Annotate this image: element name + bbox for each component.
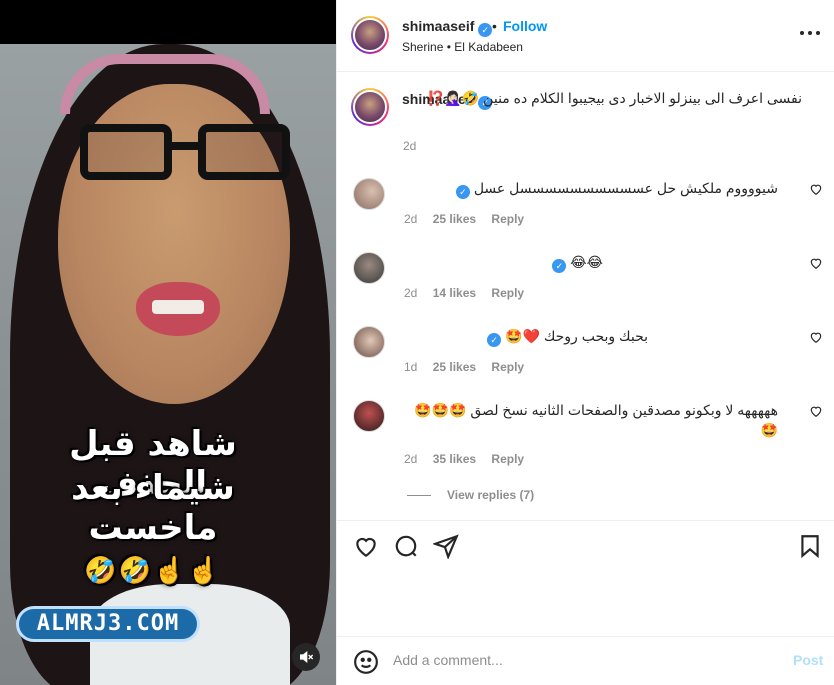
author-username[interactable]: shimaaseif ✓: [402, 18, 493, 37]
comment-composer: Post: [337, 636, 834, 685]
comment-meta: 2d 35 likes Reply: [404, 452, 536, 466]
comment-text: 😂😂 ✓: [403, 252, 603, 273]
comment-bubble-icon[interactable]: [393, 533, 419, 559]
heart-icon[interactable]: [809, 404, 823, 418]
view-replies-line: [407, 495, 431, 497]
photo-glasses: [80, 124, 290, 186]
comment-likes[interactable]: 14 likes: [433, 286, 476, 300]
post-audio-label[interactable]: Sherine • El Kadabeen: [402, 40, 523, 54]
post-photo: [0, 44, 336, 685]
comment-item: شيووووم ملكيش حل عسسسسسسسسسسل عسل ✓ 2d 2…: [337, 178, 834, 248]
overlay-emojis: ☝️☝️🤣🤣: [84, 556, 222, 586]
follow-button[interactable]: Follow: [503, 18, 547, 34]
caption-avatar[interactable]: [351, 88, 389, 126]
view-replies-button[interactable]: View replies (7): [407, 488, 534, 502]
comment-likes[interactable]: 25 likes: [433, 360, 476, 374]
comment-time[interactable]: 2d: [404, 452, 417, 466]
verified-badge-icon: ✓: [455, 185, 470, 199]
comment-likes[interactable]: 35 likes: [433, 452, 476, 466]
comment-input[interactable]: [393, 647, 773, 673]
heart-icon[interactable]: [809, 330, 823, 344]
overlay-text-line2: شيماء بعد ماخست: [71, 468, 235, 548]
save-bookmark-icon[interactable]: [797, 533, 823, 559]
post-media[interactable]: شاهد قبل الحذف شيماء بعد ماخست ☝️☝️🤣🤣 AL…: [0, 0, 336, 685]
comment-text: هههههه لا وبكونو مصدقين والصفحات الثانيه…: [414, 402, 778, 438]
comment-time[interactable]: 1d: [404, 360, 417, 374]
emoji-smiley-icon[interactable]: [353, 649, 379, 675]
commenter-avatar[interactable]: [353, 400, 385, 432]
heart-icon[interactable]: [809, 182, 823, 196]
caption-timestamp[interactable]: 2d: [403, 139, 416, 153]
verified-badge-icon: ✓: [487, 333, 502, 347]
post-sidebar: shimaaseif ✓ • Follow Sherine • El Kadab…: [336, 0, 834, 685]
post-header: shimaaseif ✓ • Follow Sherine • El Kadab…: [337, 0, 834, 72]
comment-item: بحبك وبحب روحك ❤️🤩 ✓ 1d 25 likes Reply: [337, 326, 834, 396]
speaker-muted-icon[interactable]: [292, 643, 320, 671]
commenter-avatar[interactable]: [353, 178, 385, 210]
comment-meta: 2d 25 likes Reply: [404, 212, 536, 226]
comment-time[interactable]: 2d: [404, 212, 417, 226]
reply-button[interactable]: Reply: [491, 360, 524, 374]
verified-badge-icon: ✓: [552, 259, 567, 273]
comment-meta: 1d 25 likes Reply: [404, 360, 536, 374]
comment-item: 😂😂 ✓ 2d 14 likes Reply: [337, 252, 834, 322]
comment-likes[interactable]: 25 likes: [433, 212, 476, 226]
share-send-icon[interactable]: [433, 533, 459, 559]
author-avatar[interactable]: [351, 16, 389, 54]
post-action-bar: [337, 520, 834, 568]
like-heart-icon[interactable]: [353, 533, 379, 559]
caption-text: نفسى اعرف الى بينزلو الاخبار دى بيجيبوا …: [427, 90, 802, 106]
post-comment-button[interactable]: Post: [793, 652, 823, 668]
reply-button[interactable]: Reply: [491, 452, 524, 466]
comment-item: هههههه لا وبكونو مصدقين والصفحات الثانيه…: [337, 400, 834, 470]
comment-meta: 2d 14 likes Reply: [404, 286, 536, 300]
commenter-avatar[interactable]: [353, 326, 385, 358]
more-options-icon[interactable]: [799, 26, 821, 42]
commenter-avatar[interactable]: [353, 252, 385, 284]
heart-icon[interactable]: [809, 256, 823, 270]
header-separator: •: [492, 18, 497, 34]
reply-button[interactable]: Reply: [491, 212, 524, 226]
comment-text: شيووووم ملكيش حل عسسسسسسسسسسل عسل ✓: [403, 178, 778, 199]
media-top-bar: [0, 0, 336, 44]
comment-time[interactable]: 2d: [404, 286, 417, 300]
verified-badge-icon: ✓: [478, 23, 493, 37]
reply-button[interactable]: Reply: [491, 286, 524, 300]
photo-teeth: [152, 300, 204, 314]
comment-text: بحبك وبحب روحك ❤️🤩 ✓: [403, 326, 648, 347]
watermark-badge: ALMRJ3.COM: [16, 606, 200, 642]
